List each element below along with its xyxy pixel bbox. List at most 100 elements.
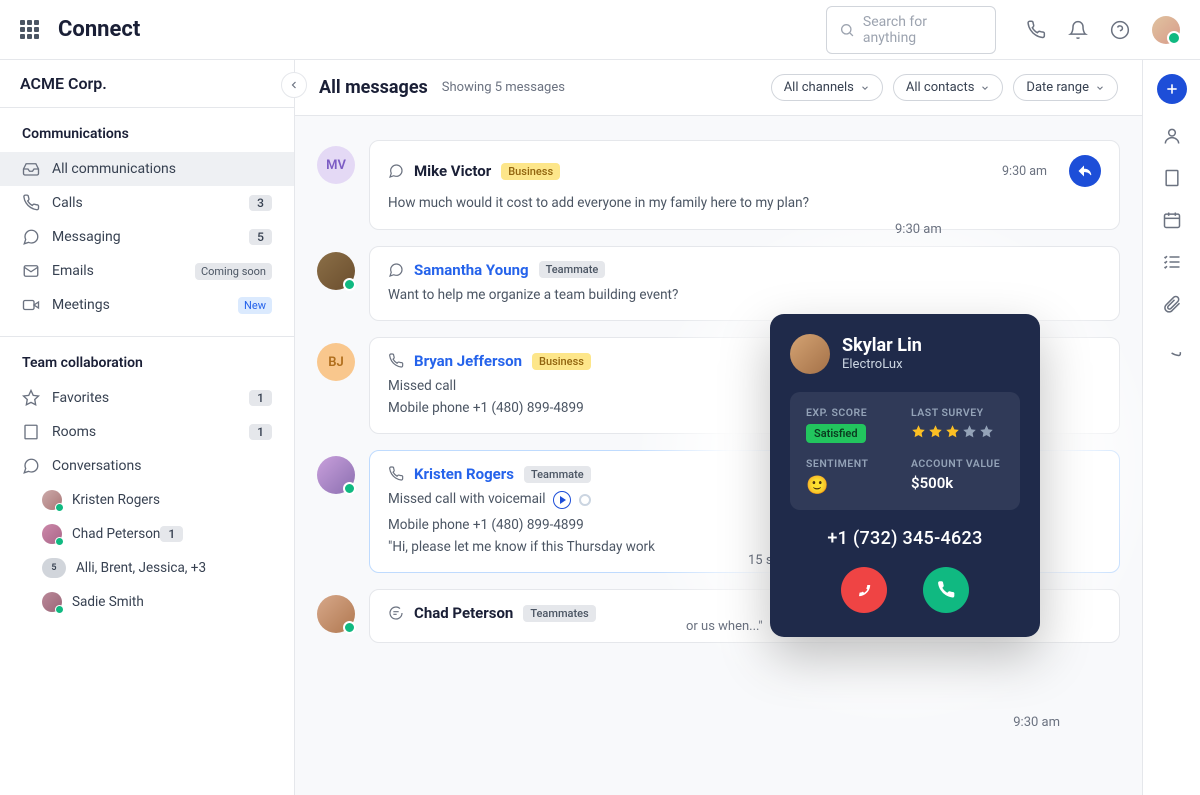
stat-sentiment: SENTIMENT 🙂: [806, 457, 899, 496]
dialer-icon[interactable]: [1162, 338, 1182, 358]
filter-label: Date range: [1026, 80, 1089, 95]
message-body: How much would it cost to add everyone i…: [388, 193, 1101, 215]
message-card: Mike Victor Business 9:30 am How much wo…: [369, 140, 1120, 230]
reply-arrow-icon: [1077, 163, 1093, 179]
sidebar-item-label: Calls: [52, 195, 249, 211]
user-avatar[interactable]: [1152, 16, 1180, 44]
conversation-item[interactable]: 5 Alli, Brent, Jessica, +3: [0, 551, 294, 585]
calendar-icon[interactable]: [1162, 210, 1182, 230]
sender-name: Chad Peterson: [414, 604, 513, 622]
sidebar-item-rooms[interactable]: Rooms 1: [0, 415, 294, 449]
conversation-label: Chad Peterson: [72, 526, 160, 542]
chevron-down-icon: [980, 83, 990, 93]
message-row[interactable]: Samantha Young Teammate Want to help me …: [317, 246, 1120, 322]
caller-name: Skylar Lin: [842, 335, 922, 357]
star-icon: [22, 389, 40, 407]
apps-grid-icon[interactable]: [20, 20, 40, 40]
chevron-left-icon: [288, 79, 300, 91]
video-icon: [22, 296, 40, 314]
sidebar-item-conversations[interactable]: Conversations: [0, 449, 294, 483]
avatar: BJ: [317, 343, 355, 381]
play-voicemail-button[interactable]: [553, 491, 571, 509]
stat-label: ACCOUNT VALUE: [911, 457, 1004, 470]
messages-subtitle: Showing 5 messages: [442, 80, 565, 95]
conversation-item[interactable]: Kristen Rogers: [0, 483, 294, 517]
tasks-icon[interactable]: [1162, 252, 1182, 272]
sender-name[interactable]: Kristen Rogers: [414, 465, 514, 483]
conversation-item[interactable]: Chad Peterson 1: [0, 517, 294, 551]
filter-contacts[interactable]: All contacts: [893, 74, 1004, 101]
sidebar-item-label: All communications: [52, 161, 272, 177]
profile-icon[interactable]: [1162, 126, 1182, 146]
sidebar-item-favorites[interactable]: Favorites 1: [0, 381, 294, 415]
chat-icon: [388, 262, 404, 278]
building-icon: [22, 423, 40, 441]
sidebar-item-label: Conversations: [52, 458, 272, 474]
add-button[interactable]: [1157, 74, 1187, 104]
contact-type-chip: Teammate: [524, 466, 591, 483]
sidebar-item-emails[interactable]: Emails Coming soon: [0, 254, 294, 288]
conversation-label: Sadie Smith: [72, 594, 144, 610]
phone-icon[interactable]: [1026, 20, 1046, 40]
caller-stats: EXP. SCORE Satisfied LAST SURVEY SENTIME…: [790, 392, 1020, 510]
chat-icon: [22, 228, 40, 246]
stat-label: SENTIMENT: [806, 457, 899, 470]
sentiment-emoji: 🙂: [806, 475, 899, 496]
filter-channels[interactable]: All channels: [771, 74, 883, 101]
stat-account-value: ACCOUNT VALUE $500k: [911, 457, 1004, 496]
sidebar-collapse-button[interactable]: [281, 72, 307, 98]
attachment-icon[interactable]: [1162, 294, 1182, 314]
contact-type-chip: Business: [501, 163, 560, 180]
filter-date[interactable]: Date range: [1013, 74, 1118, 101]
chat-icon: [388, 605, 404, 621]
building-icon[interactable]: [1162, 168, 1182, 188]
chat-icon: [388, 163, 404, 179]
avatar: [317, 252, 355, 290]
sidebar-item-calls[interactable]: Calls 3: [0, 186, 294, 220]
help-icon[interactable]: [1110, 20, 1130, 40]
avatar: [42, 524, 62, 544]
count-badge: 1: [249, 424, 272, 440]
contact-type-chip: Teammate: [539, 261, 606, 278]
conversation-item[interactable]: Sadie Smith: [0, 585, 294, 619]
reply-button[interactable]: [1069, 155, 1101, 187]
sidebar-section-team: Team collaboration: [0, 337, 294, 381]
avatar: [42, 592, 62, 612]
stat-last-survey: LAST SURVEY: [911, 406, 1004, 443]
messages-title: All messages: [319, 77, 428, 98]
filter-label: All contacts: [906, 80, 975, 95]
chevron-down-icon: [860, 83, 870, 93]
decline-call-button[interactable]: [841, 567, 887, 613]
contact-type-chip: Teammates: [523, 605, 595, 622]
sender-name[interactable]: Samantha Young: [414, 261, 529, 279]
count-badge: 1: [249, 390, 272, 406]
sidebar-item-label: Emails: [52, 263, 195, 279]
sidebar-item-meetings[interactable]: Meetings New: [0, 288, 294, 322]
conversation-label: Alli, Brent, Jessica, +3: [76, 560, 206, 576]
avatar: [42, 490, 62, 510]
voicemail-label: Missed call with voicemail: [388, 489, 545, 511]
search-input[interactable]: Search for anything: [826, 6, 996, 54]
sidebar-item-messaging[interactable]: Messaging 5: [0, 220, 294, 254]
scrub-handle[interactable]: [579, 494, 591, 506]
plus-icon: [1164, 81, 1180, 97]
accept-call-button[interactable]: [923, 567, 969, 613]
phone-icon: [388, 466, 404, 482]
group-count-avatar: 5: [42, 558, 66, 578]
caller-avatar: [790, 334, 830, 374]
phone-icon: [22, 194, 40, 212]
message-body: Want to help me organize a team building…: [388, 285, 1101, 307]
sidebar-section-communications: Communications: [0, 108, 294, 152]
star-rating: [911, 424, 1004, 439]
message-row[interactable]: MV Mike Victor Business 9:30 am How much…: [317, 140, 1120, 230]
avatar: [317, 595, 355, 633]
sidebar-item-all-communications[interactable]: All communications: [0, 152, 294, 186]
bell-icon[interactable]: [1068, 20, 1088, 40]
caller-phone-number: +1 (732) 345-4623: [790, 528, 1020, 549]
workspace-header: ACME Corp.: [0, 60, 294, 108]
message-time: 9:30 am: [1002, 164, 1047, 179]
sender-name[interactable]: Bryan Jefferson: [414, 352, 522, 370]
stat-label: EXP. SCORE: [806, 406, 899, 419]
sidebar-item-label: Rooms: [52, 424, 249, 440]
search-icon: [839, 22, 855, 38]
